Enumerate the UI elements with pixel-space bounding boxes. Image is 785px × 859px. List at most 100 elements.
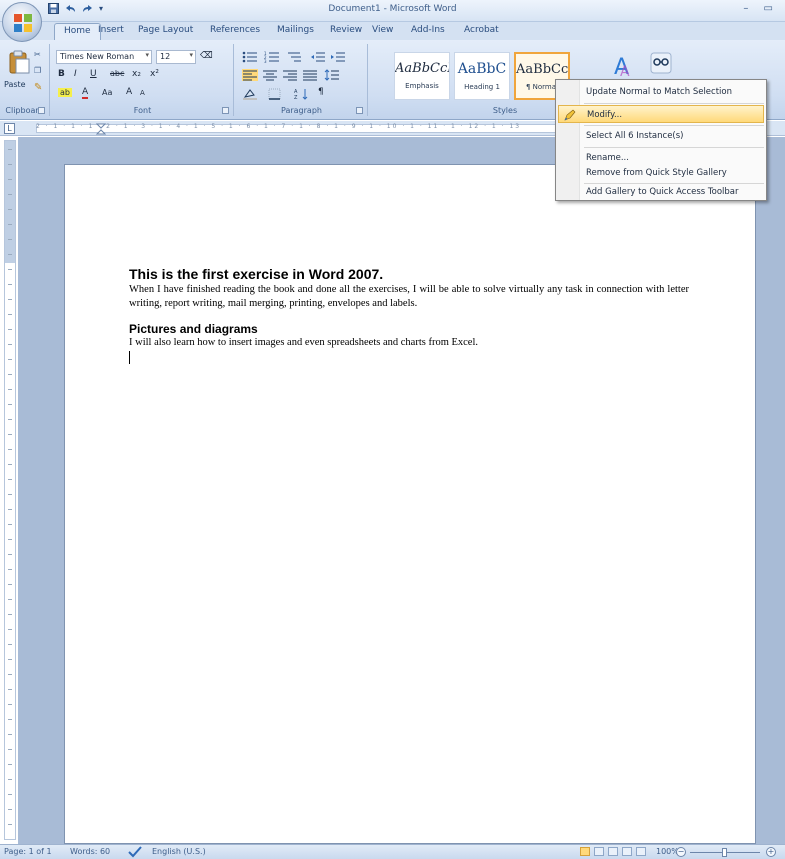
format-painter-icon[interactable]: ✎	[34, 82, 42, 93]
zoom-slider-thumb[interactable]	[722, 848, 727, 857]
sort-icon[interactable]: AZ	[294, 88, 310, 100]
heading-2[interactable]: Pictures and diagrams	[129, 322, 689, 336]
ruler-tick	[8, 794, 12, 795]
ruler-tick	[8, 689, 12, 690]
proofing-icon[interactable]	[128, 846, 142, 858]
justify-icon[interactable]	[302, 69, 318, 81]
style-heading-1[interactable]: AaBbC Heading 1	[454, 52, 510, 100]
font-size-value: 12	[160, 52, 171, 61]
window-title: Document1 - Microsoft Word	[328, 4, 457, 14]
shrink-font-button[interactable]: A	[140, 89, 145, 97]
superscript-button[interactable]: x²	[150, 69, 159, 79]
ruler-tick	[8, 824, 12, 825]
ruler-tick	[8, 284, 12, 285]
font-name-combo[interactable]: Times New Roman ▾	[56, 50, 152, 64]
tab-home[interactable]: Home	[54, 23, 101, 41]
font-launcher[interactable]	[222, 107, 229, 114]
print-layout-view-icon[interactable]	[580, 847, 590, 856]
multilevel-icon[interactable]	[286, 51, 302, 63]
tab-view[interactable]: View	[372, 25, 393, 35]
ruler-tick	[8, 419, 12, 420]
vertical-ruler[interactable]	[4, 140, 16, 840]
center-icon[interactable]	[262, 69, 278, 81]
underline-button[interactable]: U	[90, 69, 97, 79]
align-left-icon[interactable]	[242, 69, 258, 81]
document-body[interactable]: This is the first exercise in Word 2007.…	[129, 266, 689, 364]
svg-text:3: 3	[264, 59, 267, 63]
grow-font-button[interactable]: A	[126, 87, 132, 97]
draft-view-icon[interactable]	[636, 847, 646, 856]
bold-button[interactable]: B	[58, 69, 65, 79]
borders-icon[interactable]	[268, 88, 284, 100]
numbering-icon[interactable]: 123	[264, 51, 280, 63]
paste-button[interactable]: Paste	[4, 80, 26, 89]
ruler-tick	[8, 149, 12, 150]
ruler-tick	[8, 614, 12, 615]
paragraph-1[interactable]: When I have finished reading the book an…	[129, 283, 689, 311]
tab-page-layout[interactable]: Page Layout	[138, 25, 193, 35]
paragraph-launcher[interactable]	[356, 107, 363, 114]
bullets-icon[interactable]	[242, 51, 258, 63]
change-case-button[interactable]: Aa	[102, 88, 112, 97]
menu-item-modify[interactable]: Modify...	[558, 105, 764, 123]
show-marks-button[interactable]: ¶	[318, 87, 324, 97]
office-button[interactable]	[2, 2, 42, 42]
menu-item-add-gallery-to-qat[interactable]: Add Gallery to Quick Access Toolbar	[558, 183, 764, 201]
clipboard-launcher[interactable]	[38, 107, 45, 114]
decrease-indent-icon[interactable]	[310, 51, 326, 63]
menu-item-remove-from-gallery[interactable]: Remove from Quick Style Gallery	[558, 164, 764, 182]
indent-marker-icon[interactable]	[96, 123, 106, 135]
menu-item-update-normal[interactable]: Update Normal to Match Selection	[558, 83, 764, 101]
strikethrough-button[interactable]: abc	[110, 69, 124, 78]
ruler-tick	[8, 494, 12, 495]
highlight-color-icon[interactable]: ab	[58, 88, 72, 97]
tab-mailings[interactable]: Mailings	[277, 25, 314, 35]
tab-acrobat[interactable]: Acrobat	[464, 25, 499, 35]
window-controls[interactable]: – ▭	[743, 3, 779, 14]
find-icon[interactable]	[650, 52, 672, 74]
tab-references[interactable]: References	[210, 25, 260, 35]
tab-insert[interactable]: Insert	[98, 25, 124, 35]
ruler-tick	[8, 734, 12, 735]
line-spacing-icon[interactable]	[324, 69, 340, 81]
ruler-tick	[8, 329, 12, 330]
tab-add-ins[interactable]: Add-Ins	[411, 25, 445, 35]
ruler-tick	[8, 569, 12, 570]
zoom-out-button[interactable]: −	[676, 847, 686, 857]
tab-selector[interactable]: L	[4, 123, 15, 134]
font-group-label: Font	[133, 106, 152, 115]
document-page[interactable]: This is the first exercise in Word 2007.…	[64, 164, 756, 844]
paste-icon[interactable]	[8, 50, 30, 74]
ruler-tick	[8, 239, 12, 240]
cut-icon[interactable]: ✂	[34, 50, 41, 59]
tab-review[interactable]: Review	[330, 25, 362, 35]
style-emphasis[interactable]: AaBbCcL Emphasis	[394, 52, 450, 100]
shading-icon[interactable]	[242, 88, 258, 100]
font-size-combo[interactable]: 12 ▾	[156, 50, 196, 64]
increase-indent-icon[interactable]	[330, 51, 346, 63]
language-indicator[interactable]: English (U.S.)	[152, 847, 206, 856]
italic-button[interactable]: I	[74, 69, 77, 79]
copy-icon[interactable]: ❐	[34, 66, 41, 75]
subscript-button[interactable]: x₂	[132, 69, 141, 79]
page-count[interactable]: Page: 1 of 1	[4, 847, 52, 856]
clear-formatting-button[interactable]: ⌫	[200, 51, 213, 61]
outline-view-icon[interactable]	[622, 847, 632, 856]
menu-item-select-all-instances[interactable]: Select All 6 Instance(s)	[558, 127, 764, 145]
ruler-tick	[8, 194, 12, 195]
change-styles-icon[interactable]: A A	[612, 52, 638, 80]
ruler-tick	[8, 779, 12, 780]
align-right-icon[interactable]	[282, 69, 298, 81]
heading-1[interactable]: This is the first exercise in Word 2007.	[129, 266, 689, 282]
full-screen-reading-icon[interactable]	[594, 847, 604, 856]
chevron-down-icon: ▾	[189, 51, 193, 59]
paragraph-2[interactable]: I will also learn how to insert images a…	[129, 336, 689, 349]
web-layout-icon[interactable]	[608, 847, 618, 856]
zoom-in-button[interactable]: +	[766, 847, 776, 857]
word-count[interactable]: Words: 60	[70, 847, 110, 856]
ruler-tick	[8, 254, 12, 255]
style-normal-sample: AaBbCcI	[516, 62, 568, 77]
ruler-tick	[8, 389, 12, 390]
ruler-tick	[8, 674, 12, 675]
font-color-button[interactable]: A	[82, 87, 89, 99]
